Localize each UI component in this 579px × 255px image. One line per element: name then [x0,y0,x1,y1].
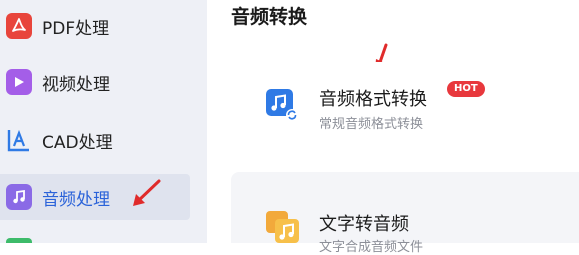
sidebar: PDF处理 视频处理 CAD处理 音频处理 [0,0,207,243]
card-text-to-audio[interactable]: 文字转音频 文字合成音频文件 [231,172,579,255]
card-subtitle: 常规音频格式转换 [319,117,424,132]
video-icon [6,69,32,95]
audio-format-icon [265,88,299,126]
sidebar-item-label: CAD处理 [42,132,113,153]
card-title: 音频格式转换 [319,89,427,110]
sidebar-item-label: 视频处理 [42,74,110,95]
hot-badge: HOT [447,81,485,97]
card-subtitle: 文字合成音频文件 [319,240,424,255]
pdf-icon [6,13,32,39]
sidebar-item-label: PDF处理 [42,18,110,39]
cad-icon [6,127,32,153]
card-audio-format[interactable]: 音频格式转换 HOT 常规音频格式转换 [231,62,579,152]
next-item-icon [6,238,32,243]
text-to-audio-icon [265,210,301,247]
red-arrow-annotation [133,179,161,206]
sidebar-item-label: 音频处理 [42,189,110,210]
sidebar-item-video[interactable]: 视频处理 [0,59,190,105]
audio-icon [6,184,32,210]
page-title: 音频转换 [231,6,308,28]
sidebar-item-cad[interactable]: CAD处理 [0,117,190,163]
sidebar-item-pdf[interactable]: PDF处理 [0,3,190,49]
card-title: 文字转音频 [319,214,409,235]
